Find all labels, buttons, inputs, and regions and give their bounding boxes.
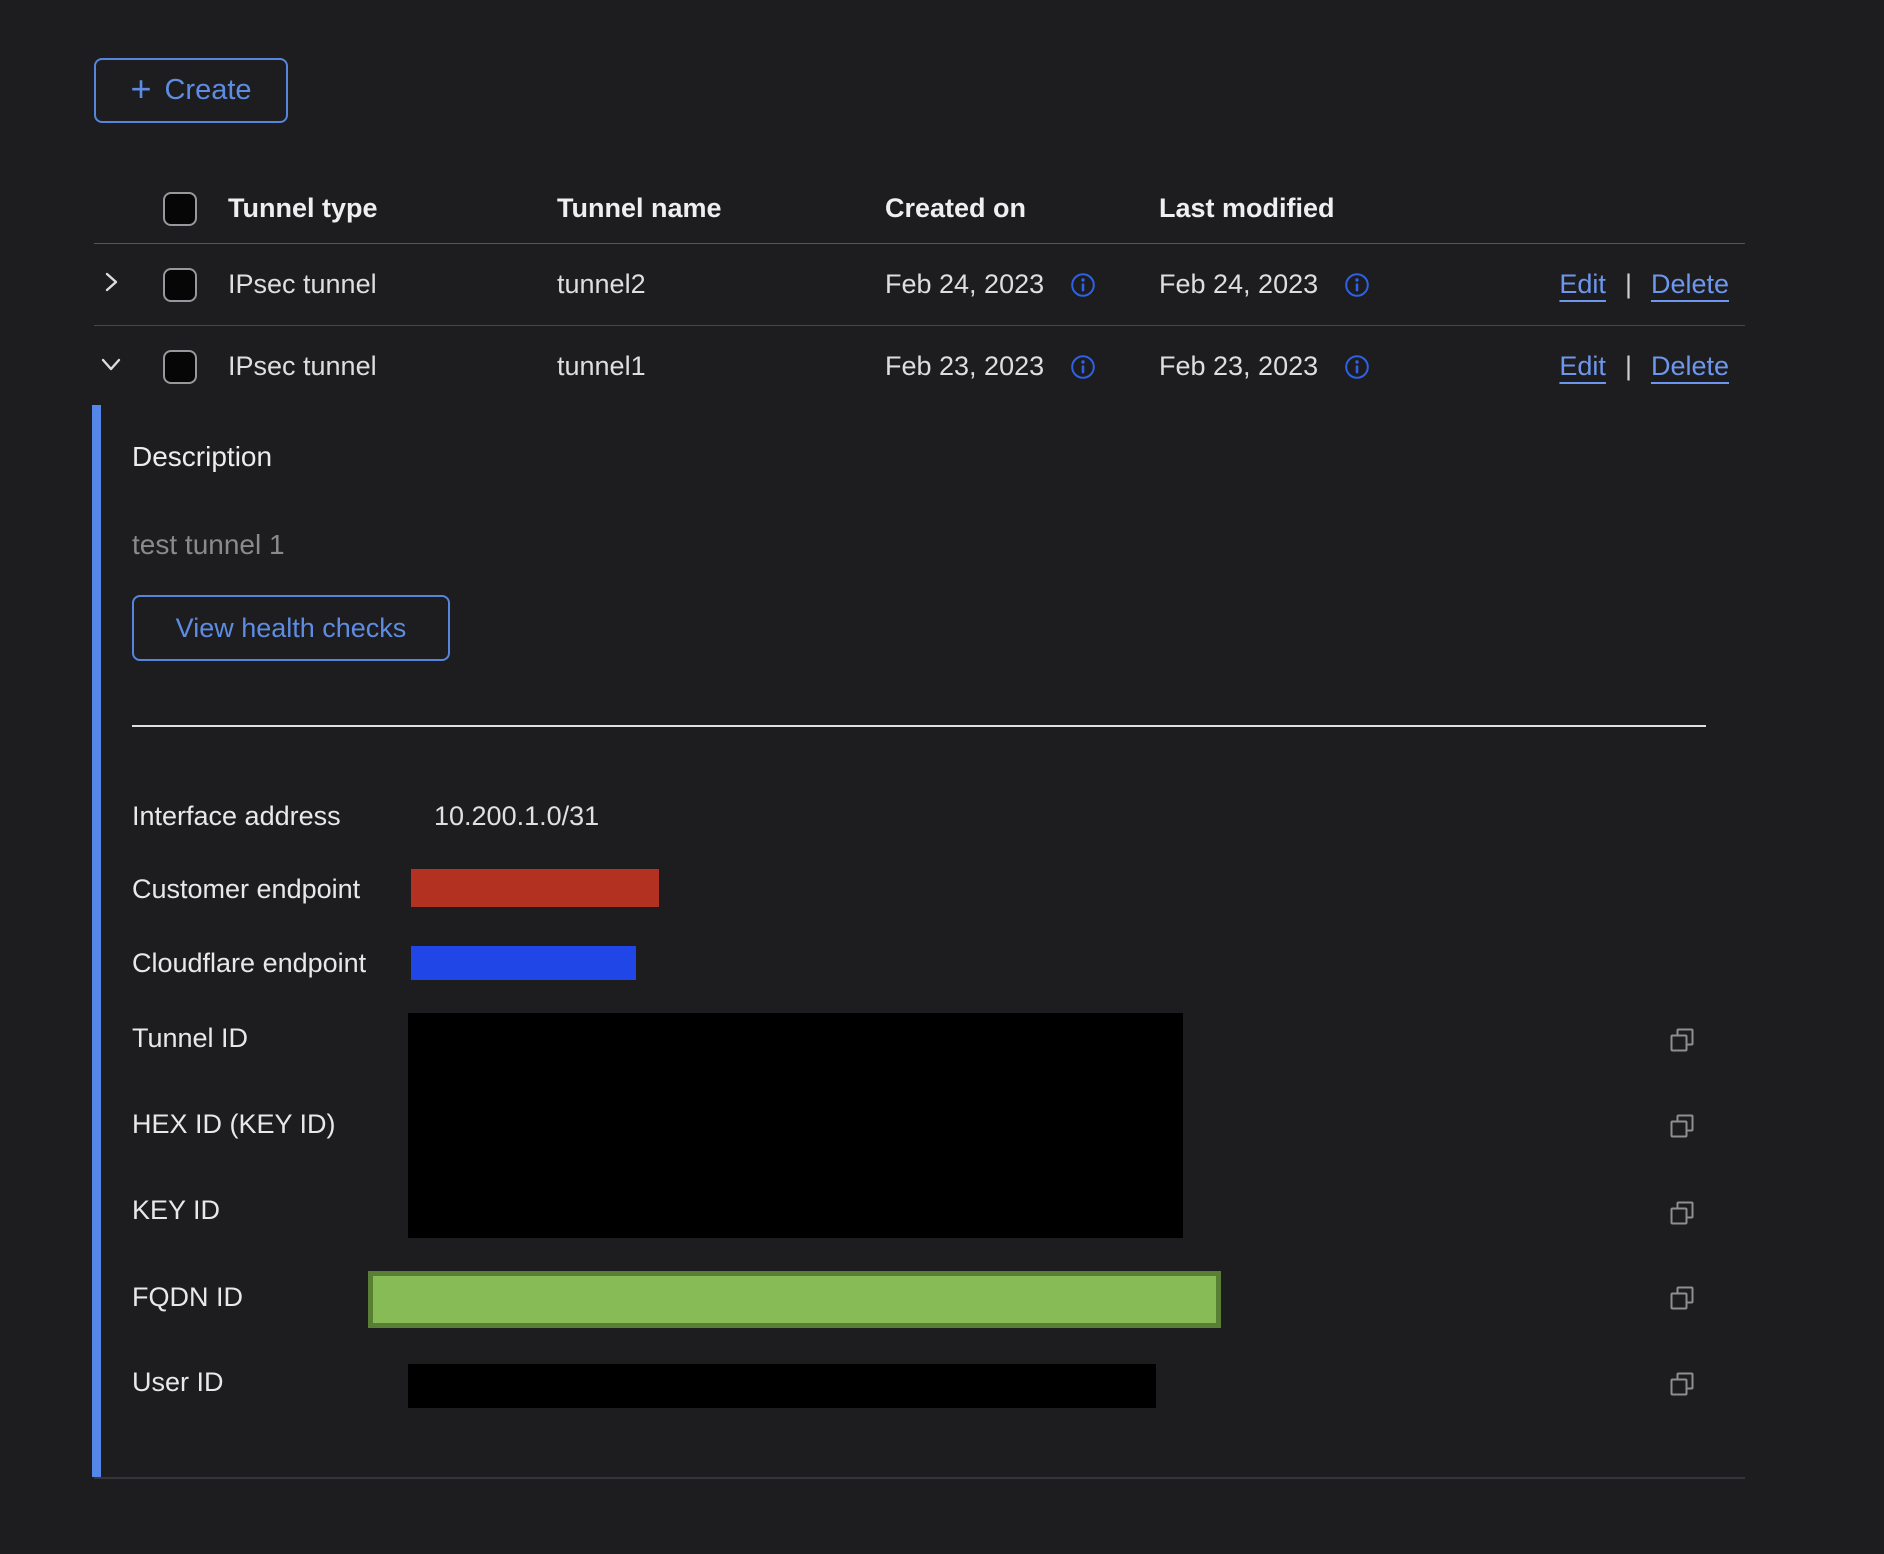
info-icon[interactable]: [1070, 272, 1096, 298]
table-row: IPsec tunnel tunnel2 Feb 24, 2023 Feb 24…: [94, 244, 1745, 326]
key-id-label: KEY ID: [132, 1194, 220, 1226]
last-modified-cell: Feb 24, 2023: [1159, 269, 1318, 300]
chevron-down-icon: [98, 351, 124, 382]
delete-link[interactable]: Delete: [1651, 351, 1729, 382]
cloudflare-endpoint-redaction: [411, 946, 636, 980]
customer-endpoint-redaction: [411, 869, 659, 907]
info-icon[interactable]: [1070, 354, 1096, 380]
description-label: Description: [132, 441, 272, 473]
info-icon[interactable]: [1344, 354, 1370, 380]
chevron-right-icon: [98, 269, 124, 300]
description-value: test tunnel 1: [132, 529, 285, 561]
copy-icon[interactable]: [1668, 1199, 1696, 1232]
view-health-checks-button[interactable]: View health checks: [132, 595, 450, 661]
row-checkbox[interactable]: [163, 350, 197, 384]
copy-icon[interactable]: [1668, 1112, 1696, 1145]
header-tunnel-name: Tunnel name: [557, 174, 722, 243]
page: + Create Tunnel type Tunnel name Created…: [0, 0, 1884, 1554]
create-button[interactable]: + Create: [94, 58, 288, 123]
tunnel-id-label: Tunnel ID: [132, 1022, 248, 1054]
tunnel-name-cell: tunnel2: [557, 244, 646, 325]
plus-icon: +: [130, 71, 151, 107]
table-row: IPsec tunnel tunnel1 Feb 23, 2023 Feb 23…: [94, 326, 1745, 407]
actions-separator: |: [1625, 351, 1632, 382]
user-id-redaction: [408, 1364, 1156, 1408]
interface-address-value: 10.200.1.0/31: [434, 800, 599, 832]
tunnel-type-cell: IPsec tunnel: [228, 244, 377, 325]
tunnels-table: Tunnel type Tunnel name Created on Last …: [94, 174, 1745, 407]
tunnel-name-cell: tunnel1: [557, 326, 646, 407]
hex-id-label: HEX ID (KEY ID): [132, 1108, 336, 1140]
fqdn-id-redaction: [368, 1271, 1221, 1328]
created-on-cell: Feb 24, 2023: [885, 269, 1044, 300]
user-id-label: User ID: [132, 1366, 224, 1398]
section-bottom-divider: [94, 1477, 1745, 1479]
tunnel-detail-panel: Description test tunnel 1 View health ch…: [92, 405, 1745, 1477]
panel-accent-bar: [92, 405, 101, 1477]
header-last-modified: Last modified: [1159, 174, 1335, 243]
customer-endpoint-label: Customer endpoint: [132, 873, 360, 905]
copy-icon[interactable]: [1668, 1284, 1696, 1317]
cloudflare-endpoint-label: Cloudflare endpoint: [132, 947, 366, 979]
header-created-on: Created on: [885, 174, 1026, 243]
edit-link[interactable]: Edit: [1559, 351, 1606, 382]
fqdn-id-label: FQDN ID: [132, 1281, 243, 1313]
info-icon[interactable]: [1344, 272, 1370, 298]
panel-divider: [132, 725, 1706, 727]
tunnel-type-cell: IPsec tunnel: [228, 326, 377, 407]
delete-link[interactable]: Delete: [1651, 269, 1729, 300]
copy-icon[interactable]: [1668, 1370, 1696, 1403]
header-tunnel-type: Tunnel type: [228, 174, 378, 243]
actions-separator: |: [1625, 269, 1632, 300]
row-checkbox[interactable]: [163, 268, 197, 302]
table-header-row: Tunnel type Tunnel name Created on Last …: [94, 174, 1745, 244]
copy-icon[interactable]: [1668, 1026, 1696, 1059]
collapse-row-button[interactable]: [98, 326, 148, 407]
tunnel-id-hex-key-redaction: [408, 1013, 1183, 1238]
interface-address-label: Interface address: [132, 800, 341, 832]
expand-row-button[interactable]: [98, 244, 148, 325]
create-button-label: Create: [164, 74, 251, 107]
created-on-cell: Feb 23, 2023: [885, 351, 1044, 382]
select-all-checkbox[interactable]: [163, 192, 197, 226]
last-modified-cell: Feb 23, 2023: [1159, 351, 1318, 382]
edit-link[interactable]: Edit: [1559, 269, 1606, 300]
